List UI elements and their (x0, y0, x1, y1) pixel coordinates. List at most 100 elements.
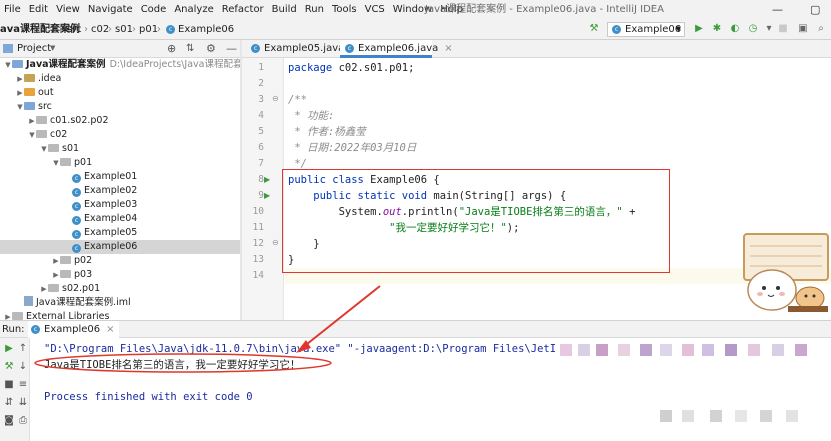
tree-item[interactable]: ▼ s01 (0, 142, 240, 156)
run-tab-example06[interactable]: c Example06 × (28, 321, 119, 338)
tree-item[interactable]: c Example01 (0, 170, 240, 184)
tree-item[interactable]: ▼ p01 (0, 156, 240, 170)
tree-item[interactable]: ▼ src (0, 100, 240, 114)
chevron-down-icon[interactable]: ▼ (40, 142, 48, 156)
restore-layout-icon[interactable]: ⇵ (2, 396, 16, 410)
build-hammer-icon[interactable]: ⚒ (588, 23, 600, 35)
print-icon[interactable]: ⎙ (16, 414, 30, 428)
run-icon[interactable]: ▶ (693, 23, 705, 35)
menu-refactor[interactable]: Refactor (218, 0, 268, 20)
chevron-down-icon[interactable]: ▼ (4, 58, 12, 72)
breadcrumb-c02[interactable]: c02 (91, 20, 109, 39)
run-tab-label: Example06 (44, 324, 101, 335)
tree-item-label: src (38, 101, 52, 112)
fold-marker-icon[interactable]: ⊖ (272, 94, 279, 103)
chevron-down-icon[interactable]: ▼ (50, 40, 55, 57)
tree-item[interactable]: ▶ p02 (0, 254, 240, 268)
tree-item[interactable]: ▶ out (0, 86, 240, 100)
minimize-button[interactable]: — (772, 0, 783, 20)
menu-view[interactable]: View (52, 0, 84, 20)
menu-build[interactable]: Build (268, 0, 301, 20)
maximize-button[interactable]: ▢ (810, 0, 820, 20)
coverage-icon[interactable]: ◐ (729, 23, 741, 35)
package-icon (48, 284, 59, 292)
chevron-right-icon[interactable]: ▶ (52, 254, 60, 268)
editor-gutter[interactable]: 1 2 3 4 5 6 7 8 9 10 11 12 13 14 ▶ ▶ ⊖ ⊖ (242, 58, 284, 320)
tree-item[interactable]: ▶ p03 (0, 268, 240, 282)
breadcrumb-src[interactable]: src (67, 20, 82, 39)
tree-item[interactable]: c Example03 (0, 198, 240, 212)
fold-marker-icon[interactable]: ⊖ (272, 238, 279, 247)
tab-example06[interactable]: c Example06.java × (340, 40, 453, 58)
tree-item[interactable]: ▶ External Libraries (0, 310, 240, 320)
breadcrumb-example06[interactable]: Example06 (178, 20, 234, 39)
rerun-icon[interactable]: ▶ (2, 342, 16, 356)
tree-item[interactable]: ▶ .idea (0, 72, 240, 86)
chevron-down-icon[interactable]: ▼ (52, 156, 60, 170)
tree-item[interactable]: c Example06 (0, 240, 240, 254)
console-output[interactable]: "D:\Program Files\Java\jdk-11.0.7\bin\ja… (30, 338, 831, 441)
soft-wrap-icon[interactable]: ≡ (16, 378, 30, 392)
project-structure-icon[interactable]: ▣ (797, 23, 809, 35)
gear-icon[interactable]: ⚙ (206, 40, 216, 57)
debug-icon[interactable]: ✱ (711, 23, 723, 35)
tree-item[interactable]: ▼ Java课程配套案例D:\IdeaProjects\Java课程配套案例 (0, 58, 240, 72)
tree-item[interactable]: Java课程配套案例.iml (0, 296, 240, 310)
chevron-right-icon[interactable]: ▶ (16, 86, 24, 100)
rerun-wrench-icon[interactable]: ⚒ (2, 360, 16, 374)
chevron-down-icon[interactable]: ▼ (16, 100, 24, 114)
close-icon[interactable]: × (444, 43, 452, 54)
run-configuration-select[interactable]: c Example06 ▼ (607, 22, 685, 37)
project-view-icon (3, 44, 13, 53)
tree-item-label: Example03 (84, 199, 138, 210)
search-icon[interactable]: ⌕ (815, 23, 827, 35)
breadcrumb-s01[interactable]: s01 (115, 20, 133, 39)
chevron-down-icon[interactable]: ▼ (28, 128, 36, 142)
menu-vcs[interactable]: VCS (361, 0, 389, 20)
tree-item[interactable]: ▶ c01.s02.p02 (0, 114, 240, 128)
menu-code[interactable]: Code (137, 0, 171, 20)
menu-file[interactable]: File (0, 0, 25, 20)
chevron-right-icon[interactable]: ▶ (28, 114, 36, 128)
console-command-line: "D:\Program Files\Java\jdk-11.0.7\bin\ja… (44, 343, 557, 355)
blurred-pixel (578, 344, 590, 356)
menu-tools[interactable]: Tools (328, 0, 361, 20)
scroll-to-end-icon[interactable]: ⇊ (16, 396, 30, 410)
tree-item[interactable]: c Example04 (0, 212, 240, 226)
tree-item[interactable]: ▼ c02 (0, 128, 240, 142)
stop-icon[interactable]: ■ (2, 378, 16, 392)
hide-panel-icon[interactable]: — (226, 40, 237, 57)
more-run-options-icon[interactable]: ▾ (763, 23, 775, 35)
menu-edit[interactable]: Edit (25, 0, 52, 20)
tree-item-label: Example02 (84, 185, 138, 196)
collapse-all-icon[interactable]: ⇅ (186, 40, 194, 57)
class-icon: c (72, 230, 81, 239)
chevron-right-icon[interactable]: ▶ (52, 268, 60, 282)
locate-target-icon[interactable]: ⊕ (167, 40, 176, 57)
tree-item-label: p03 (74, 269, 93, 280)
project-panel-title[interactable]: Project (17, 40, 51, 57)
menu-navigate[interactable]: Navigate (84, 0, 137, 20)
run-class-icon[interactable]: ▶ (264, 172, 272, 188)
menu-analyze[interactable]: Analyze (170, 0, 217, 20)
tree-item[interactable]: c Example05 (0, 226, 240, 240)
camera-icon[interactable]: ◙ (2, 414, 16, 428)
scroll-up-icon[interactable]: ↑ (16, 342, 30, 356)
profile-icon[interactable]: ◷ (747, 23, 759, 35)
menu-run[interactable]: Run (301, 0, 328, 20)
tab-example05[interactable]: c Example05.java× (246, 40, 359, 58)
run-toolbar: ▶ ↑ ⚒ ↓ ■ ≡ ⇵ ⇊ ◙ ⎙ (0, 338, 30, 441)
breadcrumb-p01[interactable]: p01 (139, 20, 158, 39)
run-main-icon[interactable]: ▶ (264, 188, 272, 204)
tree-item[interactable]: ▶ s02.p01 (0, 282, 240, 296)
tree-item[interactable]: c Example02 (0, 184, 240, 198)
chevron-right-icon[interactable]: ▶ (4, 310, 12, 320)
tree-item-label: out (38, 87, 54, 98)
class-icon: c (72, 202, 81, 211)
chevron-right-icon[interactable]: ▶ (40, 282, 48, 296)
chevron-right-icon[interactable]: ▶ (16, 72, 24, 86)
tree-item-label: Example04 (84, 213, 138, 224)
scroll-down-icon[interactable]: ↓ (16, 360, 30, 374)
stop-icon[interactable]: ■ (777, 23, 789, 35)
close-icon[interactable]: × (106, 324, 114, 335)
